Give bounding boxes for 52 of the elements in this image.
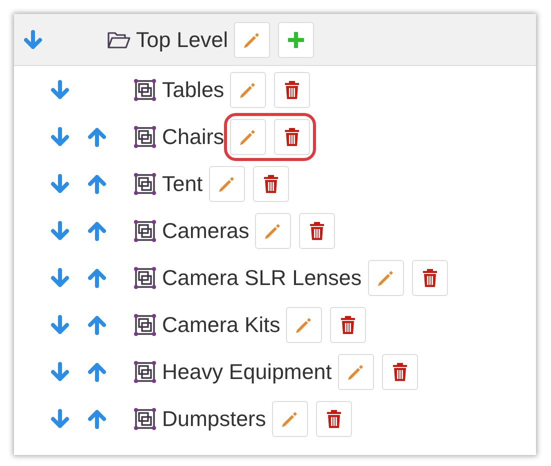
arrow-down-icon[interactable] bbox=[50, 268, 68, 288]
folder-icon bbox=[107, 30, 131, 50]
arrow-up-icon[interactable] bbox=[88, 220, 106, 240]
delete-button[interactable] bbox=[412, 260, 448, 296]
edit-button[interactable] bbox=[230, 72, 266, 108]
category-label: Tent bbox=[162, 172, 203, 196]
object-group-icon bbox=[133, 266, 157, 290]
delete-button[interactable] bbox=[274, 72, 310, 108]
arrow-up-icon[interactable] bbox=[88, 408, 106, 428]
arrow-down-icon[interactable] bbox=[50, 362, 68, 382]
edit-button[interactable] bbox=[208, 166, 245, 202]
category-label: Top Level bbox=[136, 28, 228, 52]
arrow-down-icon[interactable] bbox=[50, 314, 68, 334]
delete-button[interactable] bbox=[252, 166, 289, 202]
delete-button[interactable] bbox=[316, 400, 352, 436]
object-group-icon bbox=[133, 78, 157, 102]
arrow-down-icon[interactable] bbox=[50, 126, 68, 146]
object-group-icon bbox=[133, 360, 157, 384]
object-group-icon bbox=[133, 172, 157, 196]
arrow-down-icon[interactable] bbox=[50, 80, 68, 100]
edit-button[interactable] bbox=[255, 212, 292, 248]
arrow-up-icon[interactable] bbox=[88, 174, 106, 194]
edit-button[interactable] bbox=[286, 306, 322, 342]
category-label: Camera Kits bbox=[162, 312, 280, 336]
edit-button[interactable] bbox=[272, 400, 308, 436]
edit-button[interactable] bbox=[368, 260, 404, 296]
category-label: Chairs bbox=[162, 124, 224, 148]
delete-button[interactable] bbox=[382, 354, 418, 390]
arrow-up-icon[interactable] bbox=[88, 126, 106, 146]
arrow-down-icon[interactable] bbox=[50, 408, 68, 428]
delete-button[interactable] bbox=[299, 212, 336, 248]
arrow-up-icon[interactable] bbox=[88, 362, 106, 382]
edit-button[interactable] bbox=[338, 354, 374, 390]
object-group-icon bbox=[133, 124, 157, 148]
arrow-up-icon[interactable] bbox=[88, 268, 106, 288]
arrow-down-icon[interactable] bbox=[50, 174, 68, 194]
add-button[interactable] bbox=[278, 22, 314, 58]
object-group-icon bbox=[133, 312, 157, 336]
edit-button[interactable] bbox=[234, 22, 270, 58]
arrow-up-icon[interactable] bbox=[88, 314, 106, 334]
arrow-down-icon[interactable] bbox=[50, 220, 68, 240]
object-group-icon bbox=[133, 218, 157, 242]
arrow-down-icon[interactable] bbox=[24, 30, 42, 50]
edit-button[interactable] bbox=[230, 118, 266, 154]
delete-button[interactable] bbox=[330, 306, 366, 342]
category-label: Cameras bbox=[162, 218, 250, 242]
category-label: Heavy Equipment bbox=[162, 360, 332, 384]
category-label: Camera SLR Lenses bbox=[162, 266, 362, 290]
category-label: Tables bbox=[162, 78, 224, 102]
delete-button[interactable] bbox=[274, 118, 310, 154]
category-label: Dumpsters bbox=[162, 406, 266, 430]
object-group-icon bbox=[133, 406, 157, 430]
